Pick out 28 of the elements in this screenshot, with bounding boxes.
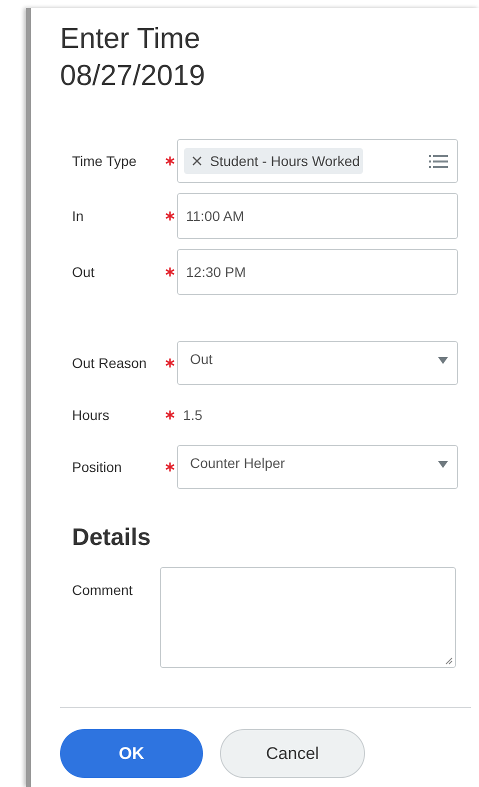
date-subtitle: 08/27/2019	[60, 59, 206, 94]
dropdown-value: Counter Helper	[190, 455, 285, 471]
resize-handle-icon[interactable]	[444, 656, 453, 665]
field-label: In	[72, 208, 85, 224]
cancel-button[interactable]: Cancel	[220, 729, 365, 778]
list-icon[interactable]	[429, 154, 448, 168]
field-label: Time Type	[72, 153, 138, 169]
chip-label: Student - Hours Worked	[210, 153, 360, 169]
time-input-field[interactable]: 12:30 PM	[177, 249, 458, 295]
dialog-title: Enter Time	[60, 22, 202, 56]
dropdown-field[interactable]: Counter Helper	[177, 445, 458, 489]
section-heading: Details	[72, 524, 152, 552]
time-input-field[interactable]: 11:00 AM	[177, 193, 458, 239]
selected-item-chip[interactable]: Student - Hours Worked	[184, 148, 363, 174]
field-label: Out Reason	[72, 355, 148, 371]
field-label: Position	[72, 459, 123, 475]
dropdown-arrow-icon	[438, 357, 448, 365]
dropdown-value: Out	[190, 351, 213, 367]
dropdown-field[interactable]: Out	[177, 341, 458, 385]
ok-button[interactable]: OK	[60, 729, 203, 778]
field-label: Out	[72, 264, 96, 280]
field-label: Comment	[72, 581, 134, 600]
remove-icon[interactable]	[192, 156, 202, 166]
comment-field[interactable]	[160, 567, 456, 668]
field-label: Hours	[72, 407, 110, 423]
time-type-field[interactable]: Student - Hours Worked	[177, 139, 458, 183]
hours-value: 1.5	[182, 406, 204, 425]
dropdown-arrow-icon	[438, 461, 448, 469]
